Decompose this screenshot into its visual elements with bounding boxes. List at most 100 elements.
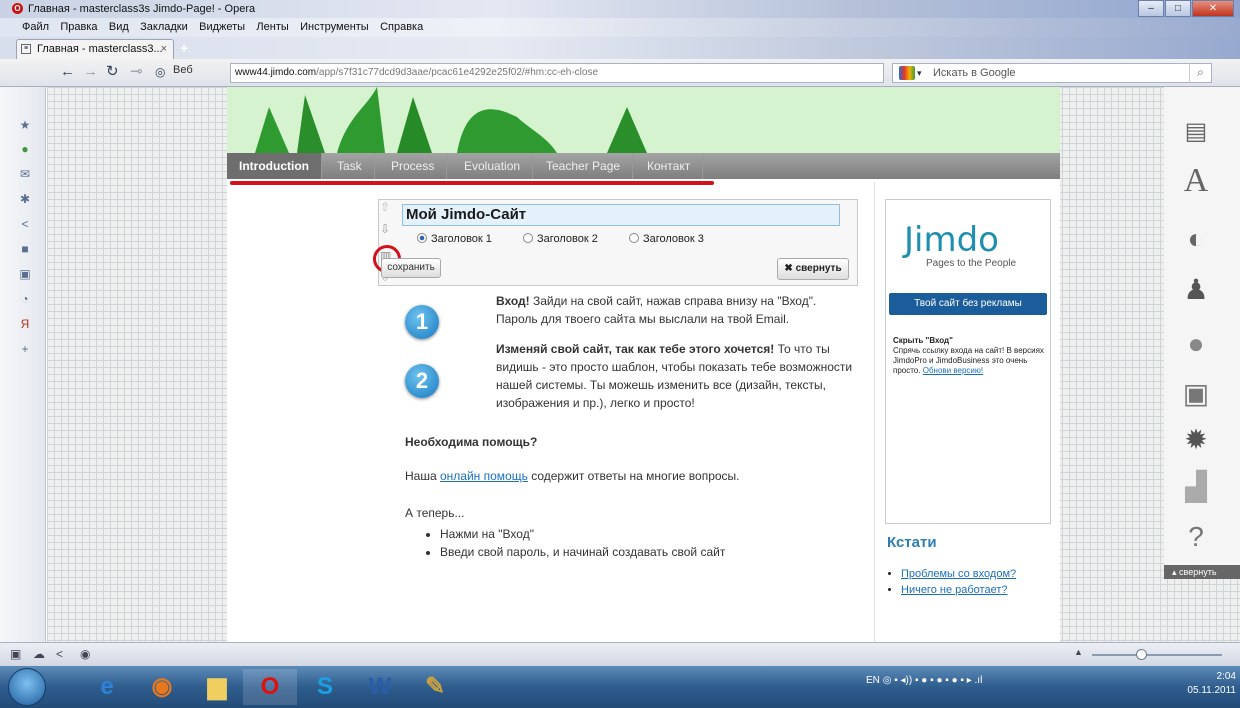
- save-button[interactable]: сохранить: [381, 258, 441, 278]
- chevron-down-icon[interactable]: ▾: [917, 64, 922, 82]
- radio-off-icon: [628, 233, 639, 243]
- downloads-icon[interactable]: ▣: [19, 268, 31, 280]
- notes-icon[interactable]: ■: [19, 243, 31, 255]
- collapse-label: свернуть: [795, 263, 842, 274]
- address-input[interactable]: www44.jimdo.com/app/s7f31c77dcd9d3aae/pc…: [230, 63, 884, 83]
- comments-icon[interactable]: ●: [1176, 324, 1216, 364]
- jimdo-logo[interactable]: Jimdo: [904, 220, 999, 260]
- tab-label: Главная - masterclass3...: [37, 43, 163, 55]
- step-1-bold: Вход!: [496, 294, 530, 308]
- key-icon[interactable]: ⊸: [130, 63, 143, 81]
- browser-tab[interactable]: ≡ Главная - masterclass3... ×: [16, 39, 174, 59]
- header-banner: [227, 87, 1060, 153]
- mail-icon[interactable]: ✉: [19, 168, 31, 180]
- menu-file[interactable]: Файл: [22, 18, 49, 37]
- navigation-bar: ← → ↻ ⊸ ◎ Веб www44.jimdo.com/app/s7f31c…: [0, 59, 1240, 87]
- settings-gear-icon[interactable]: ✱: [19, 193, 31, 205]
- store-box-icon[interactable]: ▣: [1176, 374, 1216, 414]
- window-title: Главная - masterclass3s Jimdo-Page! - Op…: [28, 3, 256, 15]
- users-icon[interactable]: ♟: [1176, 270, 1216, 310]
- history-icon[interactable]: ◔: [19, 293, 31, 305]
- opera-taskbar-icon[interactable]: O: [243, 669, 297, 705]
- nav-evoluation[interactable]: Evoluation: [452, 153, 534, 179]
- nav-contact[interactable]: Контакт: [635, 153, 704, 179]
- forward-icon[interactable]: →: [83, 63, 98, 81]
- radio-heading-1[interactable]: Заголовок 1: [417, 233, 506, 245]
- cloud-icon[interactable]: ☁: [33, 647, 45, 661]
- web-label: Веб: [173, 64, 193, 76]
- ie-taskbar-icon[interactable]: e: [80, 669, 134, 705]
- zoom-up-icon[interactable]: ▲: [1074, 647, 1083, 657]
- menu-widgets[interactable]: Виджеты: [199, 18, 245, 37]
- new-tab-button[interactable]: +: [180, 41, 188, 55]
- bookmarks-star-icon[interactable]: ★: [19, 119, 31, 131]
- opera-icon: O: [12, 3, 23, 14]
- add-panel-icon[interactable]: +: [19, 343, 31, 355]
- opera-window: O Главная - masterclass3s Jimdo-Page! - …: [0, 0, 1240, 708]
- search-input[interactable]: ▾ Искать в Google ⌕: [892, 63, 1212, 83]
- move-up-icon[interactable]: ⇧: [380, 200, 390, 214]
- steps-list: Нажми на "Вход" Введи свой пароль, и нач…: [440, 525, 725, 561]
- language-indicator[interactable]: EN: [866, 675, 880, 686]
- nothing-works-link[interactable]: Ничего не работает?: [901, 584, 1007, 596]
- close-button[interactable]: ✕: [1192, 0, 1234, 17]
- maximize-button[interactable]: □: [1165, 0, 1191, 17]
- panel-toggle-icon[interactable]: ▣: [10, 647, 21, 661]
- globe-icon: ◎: [155, 65, 166, 79]
- explorer-folder-icon[interactable]: ▆: [190, 669, 244, 705]
- back-icon[interactable]: ←: [60, 63, 75, 81]
- title-bar: O Главная - masterclass3s Jimdo-Page! - …: [0, 0, 1240, 18]
- menu-feeds[interactable]: Ленты: [256, 18, 288, 37]
- minimize-button[interactable]: –: [1138, 0, 1164, 17]
- start-button[interactable]: [8, 668, 46, 706]
- font-style-icon[interactable]: A: [1176, 161, 1216, 201]
- radio-heading-3[interactable]: Заголовок 3: [628, 233, 718, 245]
- banner-leaves-graphic: [255, 87, 647, 153]
- help-text: Наша онлайн помощь содержит ответы на мн…: [405, 467, 740, 485]
- unite-icon[interactable]: <: [56, 647, 63, 661]
- firefox-taskbar-icon[interactable]: ◉: [135, 669, 189, 705]
- radio-heading-2[interactable]: Заголовок 2: [522, 233, 612, 245]
- no-ads-button[interactable]: Твой сайт без рекламы: [889, 293, 1047, 315]
- nav-introduction[interactable]: Introduction: [227, 153, 322, 179]
- share-icon[interactable]: <: [19, 218, 31, 230]
- jimdo-tagline: Pages to the People: [926, 258, 1017, 269]
- jimdo-ad-box: Jimdo Pages to the People Твой сайт без …: [885, 199, 1051, 524]
- statistics-bars-icon[interactable]: ▟: [1176, 467, 1216, 507]
- help-icon[interactable]: ?: [1176, 517, 1216, 557]
- menu-view[interactable]: Вид: [109, 18, 129, 37]
- tab-close-icon[interactable]: ×: [161, 40, 167, 58]
- nav-teacher-page[interactable]: Teacher Page: [534, 153, 634, 179]
- settings-gear-icon[interactable]: ✹: [1176, 420, 1216, 460]
- zoom-slider[interactable]: [1092, 649, 1222, 660]
- problems-login-link[interactable]: Проблемы со входом?: [901, 568, 1016, 580]
- word-taskbar-icon[interactable]: W: [353, 669, 407, 705]
- move-down-icon[interactable]: ⇩: [380, 222, 390, 236]
- url-host: www44.jimdo.com: [235, 67, 317, 78]
- announce-megaphone-icon[interactable]: ◐: [1176, 219, 1216, 259]
- upgrade-link[interactable]: Обнови версию!: [923, 366, 983, 375]
- menu-help[interactable]: Справка: [380, 18, 423, 37]
- nav-process[interactable]: Process: [379, 153, 448, 179]
- paint-taskbar-icon[interactable]: ✎: [408, 669, 462, 705]
- yandex-icon[interactable]: Я: [19, 318, 31, 330]
- menu-bookmarks[interactable]: Закладки: [140, 18, 188, 37]
- zoom-handle[interactable]: [1136, 649, 1147, 660]
- layout-icon[interactable]: ▤: [1176, 112, 1216, 152]
- clock[interactable]: 2:04 05.11.2011: [1187, 670, 1236, 698]
- widgets-icon[interactable]: ●: [19, 143, 31, 155]
- search-icon[interactable]: ⌕: [1189, 63, 1211, 83]
- turbo-icon[interactable]: ◉: [80, 647, 90, 661]
- skype-taskbar-icon[interactable]: S: [298, 669, 352, 705]
- arrow-up-icon: ▴: [1172, 567, 1180, 577]
- reload-icon[interactable]: ↻: [106, 63, 119, 81]
- nav-task[interactable]: Task: [325, 153, 375, 179]
- hide-login-note: Скрыть "Вход" Спрячь ссылку входа на сай…: [893, 336, 1048, 376]
- collapse-button[interactable]: ✖ свернуть: [777, 258, 849, 280]
- menu-tools[interactable]: Инструменты: [300, 18, 369, 37]
- menu-edit[interactable]: Правка: [60, 18, 97, 37]
- tray-icons[interactable]: ◎ ▪ ◂)) ▪ ● ▪ ● ▪ ● ▪ ▸ .ıl: [883, 675, 983, 686]
- online-help-link[interactable]: онлайн помощь: [440, 469, 528, 483]
- panel-collapse-button[interactable]: ▴ свернуть: [1164, 565, 1240, 579]
- title-input[interactable]: Мой Jimdo-Сайт: [402, 204, 840, 226]
